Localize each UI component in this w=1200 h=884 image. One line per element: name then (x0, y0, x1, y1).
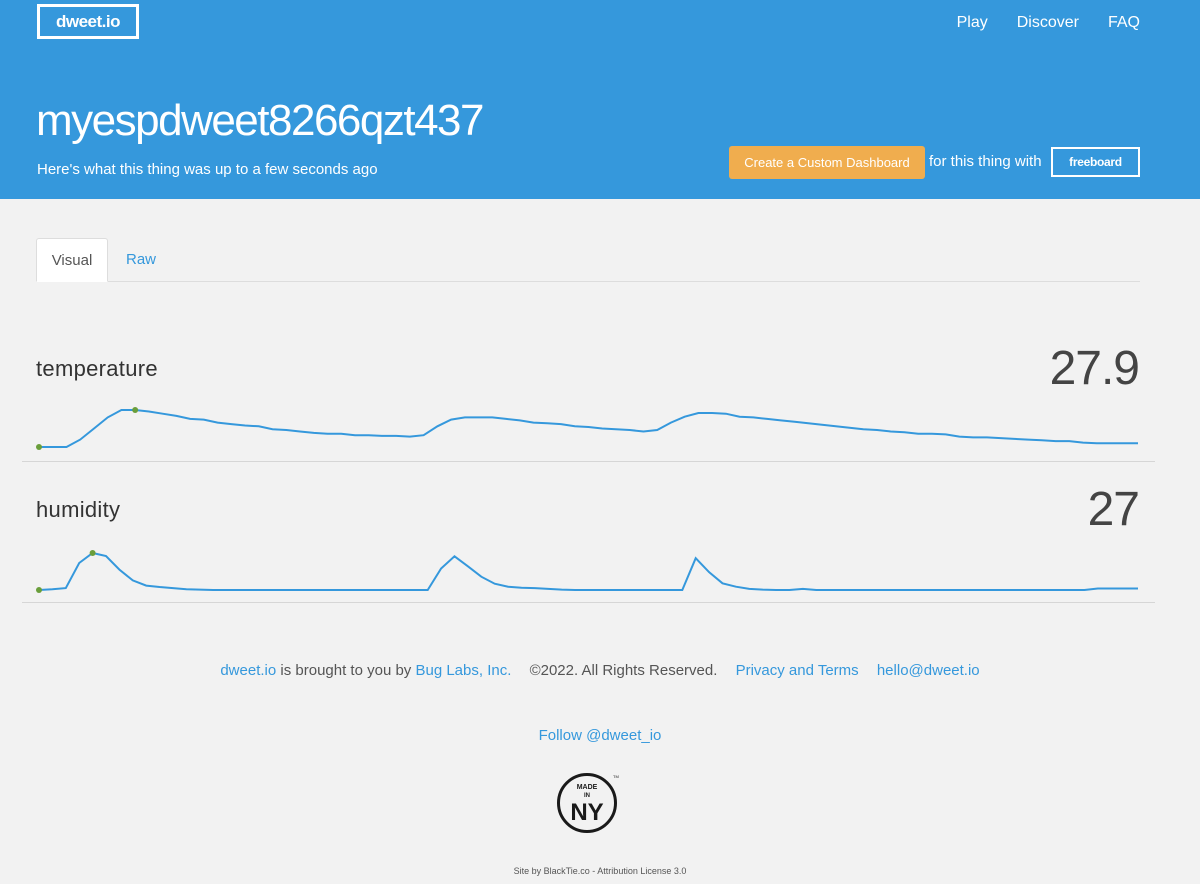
made-in-ny-logo: MADE IN NY TM (557, 773, 619, 833)
view-tabs: Visual Raw (36, 238, 1140, 282)
nav-discover[interactable]: Discover (1017, 14, 1079, 32)
footer-copyright: ©2022. All Rights Reserved. (529, 662, 718, 679)
dweet-logo[interactable]: dweet.io (37, 4, 139, 39)
footer-buglabs-link[interactable]: Bug Labs, Inc. (415, 662, 511, 679)
footer-privacy-link[interactable]: Privacy and Terms (736, 662, 859, 679)
humidity-value: 27 (1087, 483, 1140, 536)
top-nav: Play Discover FAQ (957, 14, 1140, 32)
svg-text:TM: TM (613, 774, 619, 779)
thing-title: myespdweet8266qzt437 (36, 96, 485, 145)
site-credit: Site by BlackTie.co - Attribution Licens… (513, 866, 687, 876)
footer-line: dweet.io is brought to you by Bug Labs, … (0, 662, 1200, 679)
thing-subtitle: Here's what this thing was up to a few s… (37, 161, 378, 178)
footer-email-link[interactable]: hello@dweet.io (877, 662, 980, 679)
temperature-sparkline (36, 407, 1138, 450)
humidity-marker (36, 587, 42, 593)
humidity-line (38, 551, 1138, 591)
temperature-line (39, 409, 1138, 448)
footer-dweet-link[interactable]: dweet.io (220, 662, 276, 679)
svg-text:MADE: MADE (577, 784, 598, 791)
follow-link[interactable]: Follow @dweet_io (0, 727, 1200, 744)
temperature-label: temperature (36, 356, 158, 381)
metric-divider (22, 602, 1155, 603)
humidity-label: humidity (36, 497, 121, 522)
tab-visual[interactable]: Visual (36, 238, 108, 282)
metric-divider (22, 461, 1155, 462)
temperature-marker (36, 444, 42, 450)
tab-raw[interactable]: Raw (126, 238, 156, 282)
footer-brought-by: is brought to you by (280, 662, 412, 679)
freeboard-caption: for this thing with (929, 153, 1042, 170)
create-dashboard-button[interactable]: Create a Custom Dashboard (729, 146, 925, 179)
humidity-marker (89, 550, 96, 556)
temperature-marker (132, 407, 139, 413)
nav-faq[interactable]: FAQ (1108, 14, 1140, 32)
nav-play[interactable]: Play (957, 14, 988, 32)
svg-text:NY: NY (570, 799, 603, 826)
temperature-value: 27.9 (1049, 342, 1140, 395)
header: dweet.io Play Discover FAQ myespdweet826… (0, 0, 1200, 199)
humidity-sparkline (36, 550, 1138, 593)
freeboard-link[interactable]: freeboard (1051, 147, 1140, 177)
